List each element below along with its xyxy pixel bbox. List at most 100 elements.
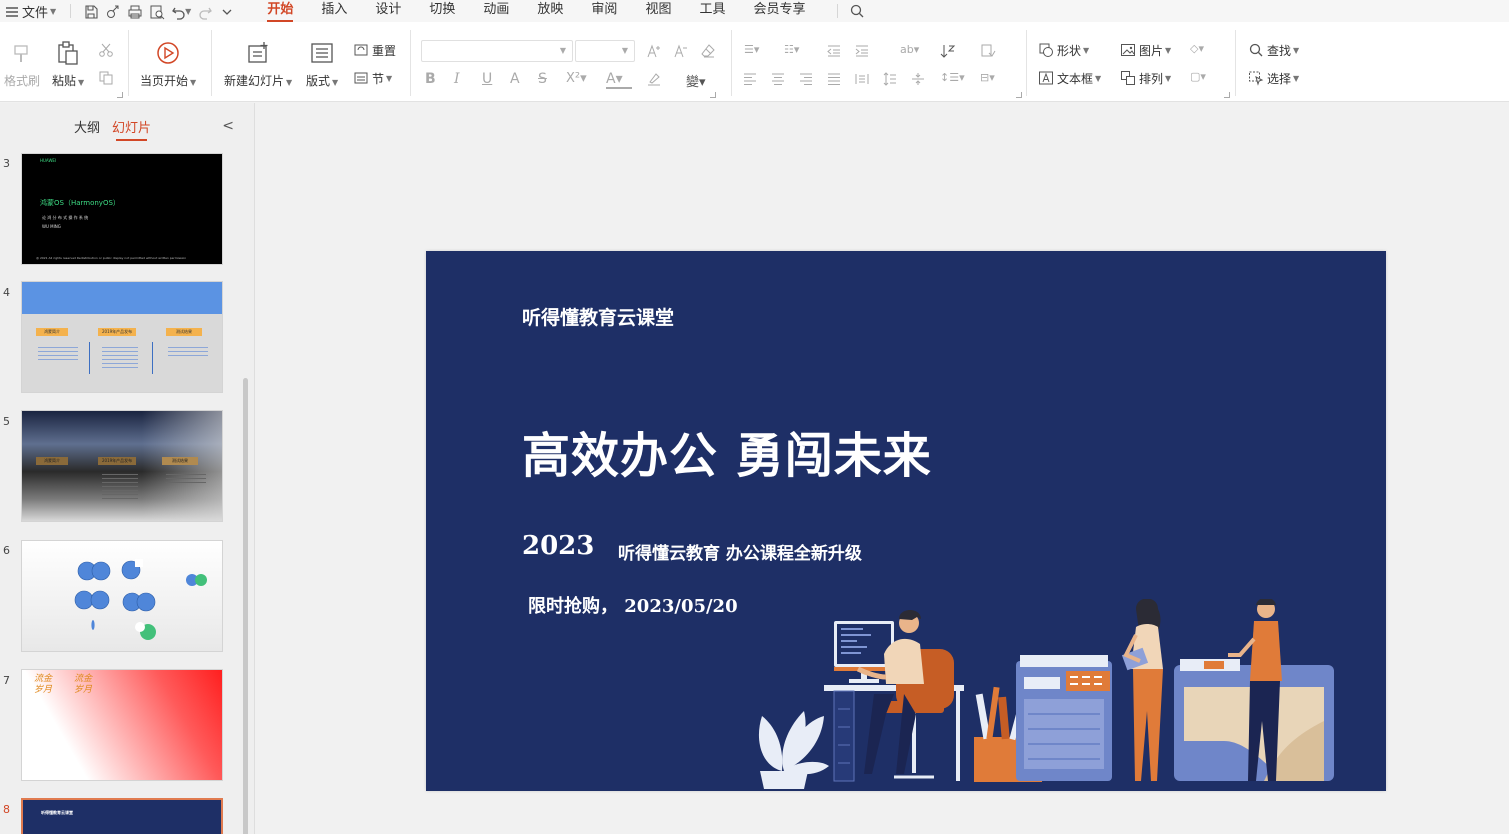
bullets-icon[interactable]: ☰▾	[744, 43, 770, 59]
fill-icon[interactable]: ◇▾	[1190, 42, 1220, 58]
customize-toolbar-button[interactable]	[215, 0, 237, 22]
font-launcher[interactable]	[710, 92, 716, 98]
slide-promo[interactable]: 限时抢购， 2023/05/20	[528, 592, 738, 618]
text-direction-icon[interactable]: ab▾	[900, 43, 926, 59]
char-spacing-icon[interactable]: 變▾	[686, 71, 708, 90]
slide-subtitle[interactable]: 听得懂云教育 办公课程全新升级	[618, 539, 862, 564]
thumb-author: WU MING	[42, 224, 61, 229]
paste-button[interactable]: 粘贴 ▼	[52, 40, 84, 89]
format-painter-button[interactable]: 格式刷	[4, 40, 40, 89]
clear-format-icon[interactable]	[700, 43, 716, 59]
shadow-icon[interactable]: S	[538, 71, 554, 87]
text-align-icon[interactable]: ⊟▾	[980, 71, 1006, 87]
slide-thumbnail-7[interactable]: 流金岁月 流金岁月	[21, 669, 223, 781]
redo-icon	[197, 4, 212, 20]
font-family-select[interactable]: ▼	[421, 40, 573, 62]
picture-icon	[1120, 42, 1136, 58]
italic-icon[interactable]: I	[454, 71, 470, 87]
tab-slideshow[interactable]: 放映	[537, 0, 563, 22]
increase-indent-icon[interactable]	[854, 43, 870, 59]
print-preview-button[interactable]	[145, 0, 167, 22]
slide-thumbnail-5[interactable]: 鸿蒙简介 2019年产品发布 测试结果	[21, 410, 223, 522]
layout-button[interactable]: 版式 ▼	[306, 40, 338, 89]
tab-outline[interactable]: 大纲	[74, 117, 100, 136]
slide-thumbnail-3[interactable]: HUAWEI 鸿蒙OS（HarmonyOS） 论 鸿 分 布 式 操 作 系 统…	[21, 153, 223, 265]
font-size-select[interactable]: ▼	[575, 40, 635, 62]
tab-slides[interactable]: 幻灯片	[112, 117, 151, 141]
cut-icon[interactable]	[98, 42, 114, 58]
search-button[interactable]	[846, 0, 868, 22]
new-slide-button[interactable]: 新建幻灯片 ▼	[224, 40, 292, 89]
tab-tools[interactable]: 工具	[699, 0, 725, 22]
file-menu[interactable]: 文件 ▼	[0, 2, 62, 21]
collapse-panel-icon[interactable]: <	[222, 118, 234, 134]
font-color-icon[interactable]: A▾	[606, 71, 632, 89]
outline-icon[interactable]: ▢▾	[1190, 70, 1220, 86]
strikethrough-icon[interactable]: A	[510, 71, 526, 87]
numbering-icon[interactable]: ☷▾	[784, 43, 810, 59]
tab-review[interactable]: 审阅	[591, 0, 617, 22]
align-left-icon[interactable]	[742, 71, 758, 87]
reset-button[interactable]: 重置	[353, 40, 396, 60]
paragraph-launcher[interactable]	[1016, 92, 1022, 98]
arrange-button[interactable]: 排列 ▼	[1120, 68, 1171, 88]
tab-home[interactable]: 开始	[267, 0, 294, 22]
save-button[interactable]	[79, 0, 101, 22]
slide-brand[interactable]: 听得懂教育云课堂	[522, 303, 674, 330]
slide-thumbnail-4[interactable]: 鸿蒙简介 2019年产品发布 测试结果	[21, 281, 223, 393]
chevron-down-icon[interactable]: ▼	[185, 7, 191, 16]
standing-woman-illustration	[1121, 599, 1163, 781]
slide-year[interactable]: 2023	[522, 531, 594, 561]
chevron-down-icon	[219, 4, 234, 19]
picture-button[interactable]: 图片 ▼	[1120, 40, 1171, 60]
textbox-label: 文本框	[1057, 71, 1094, 86]
print-button[interactable]	[123, 0, 145, 22]
panel-scrollbar[interactable]	[243, 378, 248, 834]
section-button[interactable]: 节 ▼	[353, 68, 392, 88]
clipboard-launcher[interactable]	[117, 92, 123, 98]
decrease-font-icon[interactable]	[673, 43, 689, 59]
tab-transitions[interactable]: 切换	[429, 0, 455, 22]
align-center-icon[interactable]	[770, 71, 786, 87]
find-button[interactable]: 查找 ▼	[1248, 40, 1299, 60]
tab-animations[interactable]: 动画	[483, 0, 509, 22]
export-button[interactable]	[101, 0, 123, 22]
superscript-icon[interactable]: X²▾	[566, 71, 592, 87]
line-spacing-icon[interactable]	[882, 71, 898, 87]
chevron-down-icon: ▼	[286, 78, 293, 87]
redo-button[interactable]	[193, 0, 215, 22]
tab-design[interactable]: 设计	[375, 0, 401, 22]
select-button[interactable]: 选择 ▼	[1248, 68, 1299, 88]
slide-canvas[interactable]: 听得懂教育云课堂 高效办公 勇闯未来 2023 听得懂云教育 办公课程全新升级 …	[426, 251, 1386, 791]
align-right-icon[interactable]	[798, 71, 814, 87]
justify-icon[interactable]	[826, 71, 842, 87]
paragraph-spacing-icon[interactable]	[910, 71, 926, 87]
textbox-icon	[1038, 70, 1054, 86]
underline-icon[interactable]: U	[482, 71, 498, 87]
increase-font-icon[interactable]	[646, 43, 662, 59]
chevron-down-icon: ▼	[559, 46, 566, 55]
highlight-icon[interactable]	[646, 71, 672, 87]
shape-button[interactable]: 形状 ▼	[1038, 40, 1089, 60]
slide-thumbnail-6[interactable]	[21, 540, 223, 652]
decrease-indent-icon[interactable]	[826, 43, 842, 59]
format-painter-icon	[9, 40, 35, 66]
layout-icon	[309, 40, 335, 66]
tab-insert[interactable]: 插入	[321, 0, 347, 22]
copy-icon[interactable]	[98, 70, 114, 86]
slide-thumbnail-8[interactable]: 听得懂教育云课堂	[21, 798, 223, 834]
shape-icon	[1038, 42, 1054, 58]
drawing-launcher[interactable]	[1224, 92, 1230, 98]
distribute-icon[interactable]	[854, 71, 870, 87]
textbox-button[interactable]: 文本框 ▼	[1038, 68, 1101, 88]
chevron-down-icon: ▼	[1165, 73, 1172, 83]
sort-icon[interactable]	[940, 43, 966, 59]
bold-icon[interactable]: B	[425, 71, 441, 87]
tab-member[interactable]: 会员专享	[753, 0, 805, 22]
chevron-down-icon: ▼	[386, 73, 393, 83]
slide-title[interactable]: 高效办公 勇闯未来	[522, 416, 932, 486]
column-spacing-icon[interactable]: ↕☰▾	[940, 71, 966, 87]
convert-icon[interactable]	[980, 43, 996, 59]
tab-view[interactable]: 视图	[645, 0, 671, 22]
start-from-current-button[interactable]: 当页开始 ▼	[140, 40, 196, 89]
